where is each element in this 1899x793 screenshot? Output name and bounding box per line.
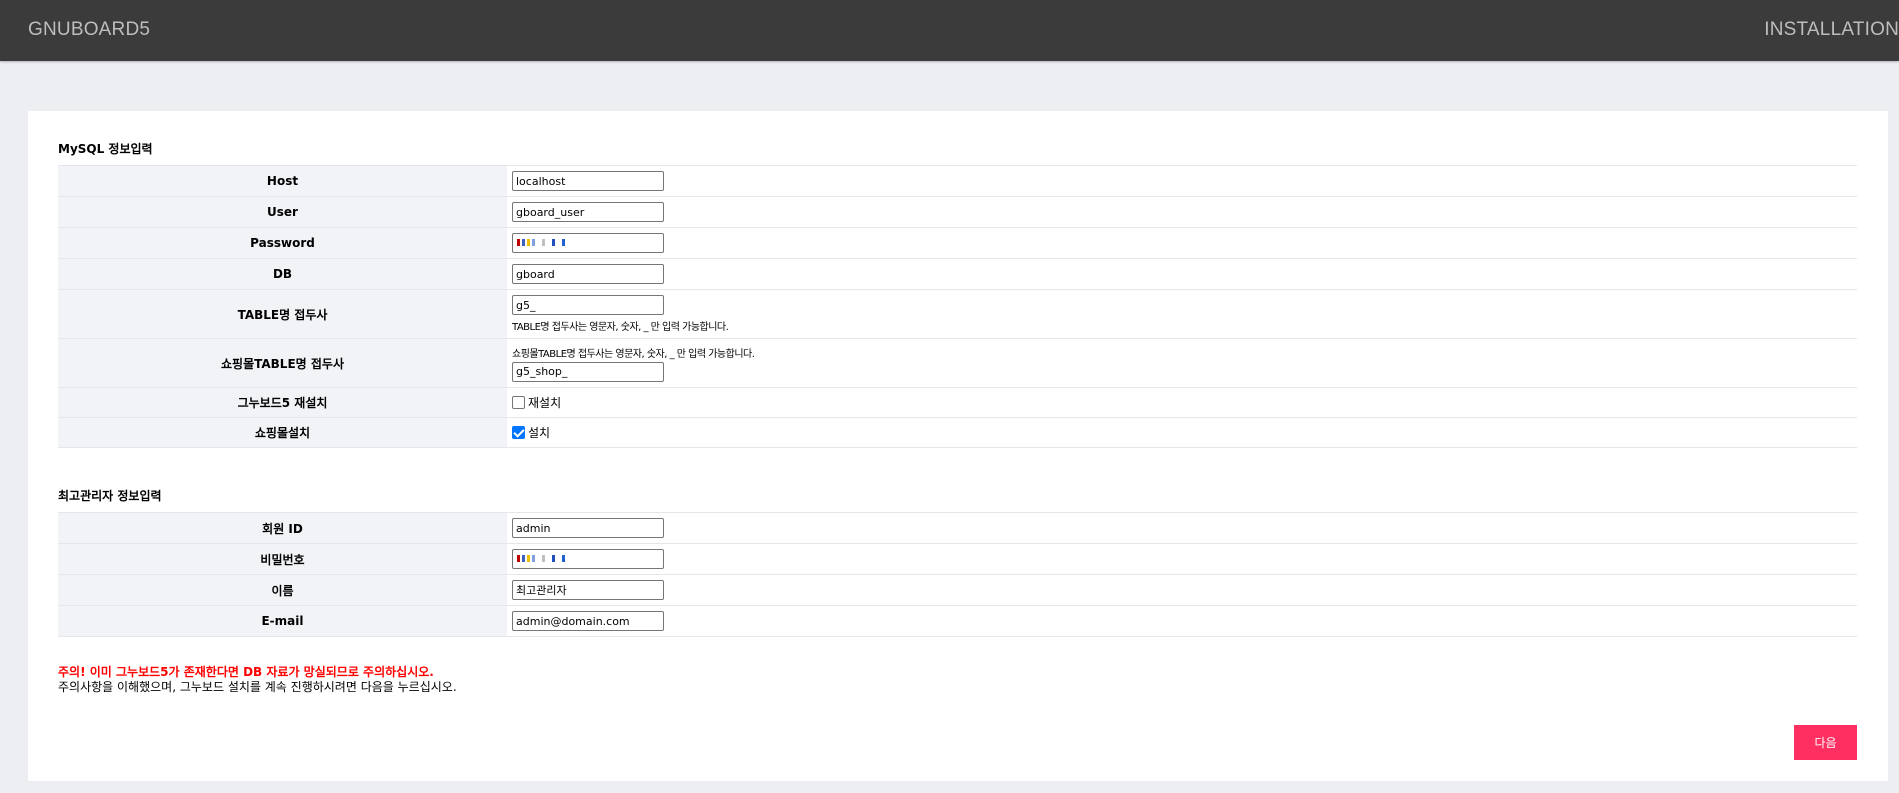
reinstall-label: 그누보드5 재설치 [58, 387, 507, 418]
table-row: DB [58, 258, 1857, 290]
admin-id-input[interactable] [512, 518, 664, 538]
shop-prefix-input[interactable] [512, 361, 664, 382]
shop-prefix-label: 쇼핑몰TABLE명 접두사 [58, 338, 507, 388]
table-row: User [58, 196, 1857, 228]
admin-email-input[interactable] [512, 611, 664, 631]
warning-message: 주의! 이미 그누보드5가 존재한다면 DB 자료가 망실되므로 주의하십시오.… [58, 665, 457, 695]
table-row: Host [58, 165, 1857, 197]
table-prefix-help: TABLE명 접두사는 영문자, 숫자, _ 만 입력 가능합니다. [512, 322, 729, 333]
top-bar: GNUBOARD5 INSTALLATION [0, 0, 1899, 61]
password-mask [517, 239, 565, 246]
table-row: 비밀번호 [58, 543, 1857, 575]
table-row: 이름 [58, 574, 1857, 606]
table-prefix-label: TABLE명 접두사 [58, 289, 507, 339]
warning-red-text: 주의! 이미 그누보드5가 존재한다면 DB 자료가 망실되므로 주의하십시오. [58, 665, 434, 679]
db-input[interactable] [512, 264, 664, 284]
host-input[interactable] [512, 171, 664, 191]
password-label: Password [58, 227, 507, 259]
table-row: TABLE명 접두사 TABLE명 접두사는 영문자, 숫자, _ 만 입력 가… [58, 289, 1857, 339]
table-prefix-input[interactable] [512, 295, 664, 315]
shop-install-checkbox-label[interactable]: 설치 [528, 424, 550, 441]
password-mask [517, 555, 565, 562]
mysql-form-table: Host User Password DB TABLE명 접두사 [58, 165, 1857, 448]
db-label: DB [58, 258, 507, 290]
table-row: E-mail [58, 605, 1857, 637]
admin-password-input[interactable] [512, 549, 664, 569]
install-form-panel: MySQL 정보입력 Host User Password DB [28, 111, 1888, 781]
reinstall-checkbox[interactable] [512, 396, 525, 409]
admin-id-label: 회원 ID [58, 512, 507, 544]
table-row: 회원 ID [58, 512, 1857, 544]
admin-section-title: 최고관리자 정보입력 [58, 489, 162, 503]
shop-prefix-help: 쇼핑몰TABLE명 접두사는 영문자, 숫자, _ 만 입력 가능합니다. [512, 348, 755, 360]
mysql-password-input[interactable] [512, 233, 664, 253]
shop-install-checkbox[interactable] [512, 426, 525, 439]
user-label: User [58, 196, 507, 228]
host-label: Host [58, 165, 507, 197]
user-input[interactable] [512, 202, 664, 222]
shop-install-label: 쇼핑몰설치 [58, 417, 507, 448]
table-row: 쇼핑몰설치 설치 [58, 417, 1857, 448]
table-row: Password [58, 227, 1857, 259]
admin-name-label: 이름 [58, 574, 507, 606]
next-button[interactable]: 다음 [1794, 725, 1857, 760]
table-row: 그누보드5 재설치 재설치 [58, 387, 1857, 418]
admin-name-input[interactable] [512, 580, 664, 600]
brand-logo-text: GNUBOARD5 [28, 19, 151, 40]
admin-form-table: 회원 ID 비밀번호 이름 E-mail [58, 512, 1857, 637]
reinstall-checkbox-label[interactable]: 재설치 [528, 394, 561, 411]
table-row: 쇼핑몰TABLE명 접두사 쇼핑몰TABLE명 접두사는 영문자, 숫자, _ … [58, 338, 1857, 388]
installation-label: INSTALLATION [1764, 19, 1899, 40]
admin-password-label: 비밀번호 [58, 543, 507, 575]
warning-normal-text: 주의사항을 이해했으며, 그누보드 설치를 계속 진행하시려면 다음을 누르십시… [58, 680, 457, 694]
admin-email-label: E-mail [58, 605, 507, 637]
mysql-section-title: MySQL 정보입력 [58, 142, 153, 156]
